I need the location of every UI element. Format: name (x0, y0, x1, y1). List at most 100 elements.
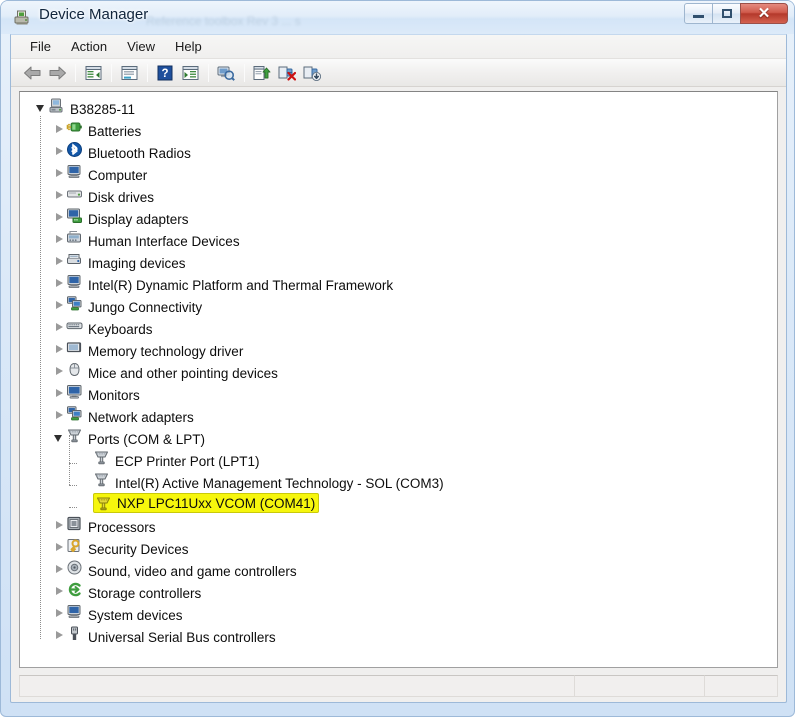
tree-node[interactable]: Mice and other pointing devices (20, 360, 777, 382)
back-button[interactable] (20, 61, 44, 84)
show-hide-action-pane-button[interactable] (178, 61, 202, 84)
expand-triangle-icon[interactable] (50, 206, 66, 228)
close-button[interactable]: ✕ (740, 3, 788, 24)
menu-action[interactable]: Action (62, 36, 116, 57)
tree-node-content: Monitors (66, 383, 140, 404)
back-arrow-icon (23, 65, 42, 81)
expand-triangle-icon[interactable] (50, 404, 66, 426)
tree-node[interactable]: Bluetooth Radios (20, 140, 777, 162)
show-hide-console-tree-button[interactable] (81, 61, 105, 84)
expand-triangle-icon[interactable] (50, 338, 66, 360)
tree-node-content: Keyboards (66, 317, 153, 338)
expand-triangle-icon[interactable] (50, 250, 66, 272)
toolbar-separator (111, 63, 112, 82)
expand-triangle-icon[interactable] (50, 228, 66, 250)
tree-node-content: Intel(R) Dynamic Platform and Thermal Fr… (66, 273, 393, 294)
bluetooth-icon (66, 141, 83, 158)
close-icon: ✕ (757, 5, 771, 22)
expand-triangle-icon[interactable] (50, 294, 66, 316)
triangle-glyph (55, 411, 63, 419)
expand-triangle-icon[interactable] (50, 184, 66, 206)
tree-node-label: Keyboards (88, 321, 153, 337)
network-adapter-icon (66, 295, 83, 312)
tree-node-content: Processors (66, 515, 156, 536)
device-tree-pane[interactable]: B38285-11 Batteries Bluetooth Radios Comput… (19, 91, 778, 668)
expand-triangle-icon[interactable] (50, 316, 66, 338)
tree-node[interactable]: Intel(R) Active Management Technology - … (20, 470, 777, 492)
tree-node[interactable]: Security Devices (20, 536, 777, 558)
tree-node[interactable]: Storage controllers (20, 580, 777, 602)
tree-node-content: Imaging devices (66, 251, 186, 272)
menu-file[interactable]: File (21, 36, 60, 57)
expand-triangle-icon[interactable] (50, 118, 66, 140)
forward-button[interactable] (45, 61, 69, 84)
triangle-glyph (55, 389, 63, 397)
tree-node[interactable]: Ports (COM & LPT) (20, 426, 777, 448)
expand-triangle-icon[interactable] (50, 624, 66, 646)
tree-node[interactable]: Universal Serial Bus controllers (20, 624, 777, 646)
expand-triangle-icon[interactable] (50, 514, 66, 536)
tree-node-label: System devices (88, 607, 183, 623)
expand-triangle-icon[interactable] (50, 558, 66, 580)
tree-node[interactable]: Jungo Connectivity (20, 294, 777, 316)
triangle-glyph (55, 169, 63, 177)
computer-root-icon (48, 97, 65, 114)
menu-view[interactable]: View (118, 36, 164, 57)
usb-icon (66, 625, 83, 642)
tree-node-label: Display adapters (88, 211, 189, 227)
tree-leaf-spacer (77, 448, 93, 470)
title-bar[interactable]: Reference toolbox Rev 3 ... s Device Man… (1, 1, 794, 34)
expand-triangle-icon[interactable] (50, 140, 66, 162)
tree-node[interactable]: NXP LPC11Uxx VCOM (COM41) (20, 492, 777, 514)
tree-node[interactable]: Memory technology driver (20, 338, 777, 360)
expand-triangle-icon[interactable] (50, 162, 66, 184)
tree-node-label: Sound, video and game controllers (88, 563, 297, 579)
triangle-glyph (55, 147, 63, 155)
tree-node-label: Batteries (88, 123, 142, 139)
tree-root-node[interactable]: B38285-11 (20, 96, 777, 118)
tree-node[interactable]: Processors (20, 514, 777, 536)
tree-node[interactable]: Keyboards (20, 316, 777, 338)
tree-node[interactable]: Computer (20, 162, 777, 184)
disable-device-button[interactable] (300, 61, 324, 84)
tree-node[interactable]: Human Interface Devices (20, 228, 777, 250)
status-pane-second (574, 675, 705, 697)
help-button[interactable]: ? (153, 61, 177, 84)
tree-node[interactable]: Display adapters (20, 206, 777, 228)
computer-icon (66, 273, 83, 290)
minimize-button[interactable] (684, 3, 713, 24)
update-driver-button[interactable] (250, 61, 274, 84)
expand-triangle-icon[interactable] (50, 382, 66, 404)
tree-node[interactable]: Disk drives (20, 184, 777, 206)
tree-node[interactable]: Network adapters (20, 404, 777, 426)
expand-triangle-icon[interactable] (50, 360, 66, 382)
collapse-triangle-icon[interactable] (50, 426, 66, 448)
forward-arrow-icon (48, 65, 67, 81)
tree-node[interactable]: Monitors (20, 382, 777, 404)
tree-node-content: Display adapters (66, 207, 189, 228)
expand-triangle-icon[interactable] (50, 580, 66, 602)
tree-node[interactable]: Sound, video and game controllers (20, 558, 777, 580)
collapse-triangle-icon[interactable] (32, 96, 48, 118)
uninstall-device-button[interactable] (275, 61, 299, 84)
tree-node[interactable]: Intel(R) Dynamic Platform and Thermal Fr… (20, 272, 777, 294)
expand-triangle-icon[interactable] (50, 602, 66, 624)
disable-device-icon (303, 65, 321, 81)
expand-triangle-icon[interactable] (50, 272, 66, 294)
tree-node[interactable]: Imaging devices (20, 250, 777, 272)
tree-leaf-spacer (77, 470, 93, 492)
client-area: File Action View Help ? B38285-11 Batter… (10, 34, 787, 703)
properties-button[interactable] (117, 61, 141, 84)
tree-node[interactable]: ECP Printer Port (LPT1) (20, 448, 777, 470)
scan-for-hardware-changes-button[interactable] (214, 61, 238, 84)
tree-node[interactable]: System devices (20, 602, 777, 624)
maximize-button[interactable] (712, 3, 741, 24)
tree-node[interactable]: Batteries (20, 118, 777, 140)
menu-help[interactable]: Help (166, 36, 211, 57)
expand-triangle-icon[interactable] (50, 536, 66, 558)
